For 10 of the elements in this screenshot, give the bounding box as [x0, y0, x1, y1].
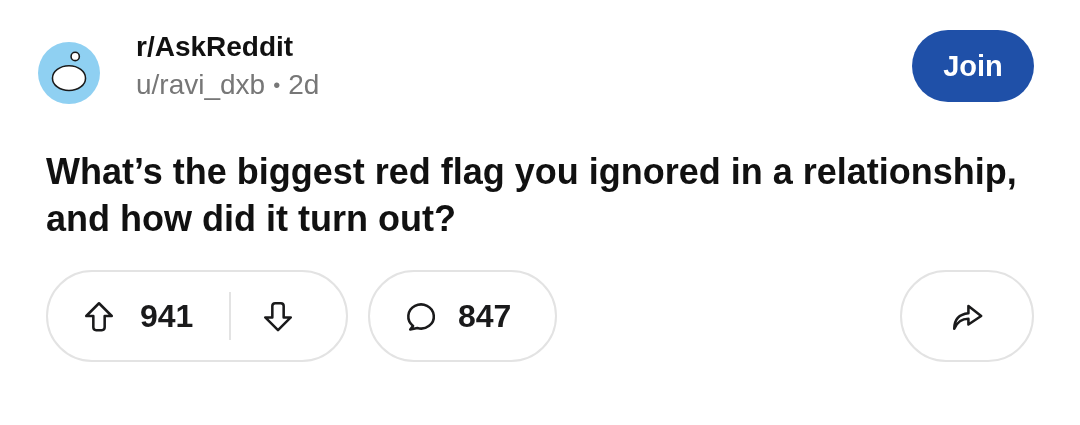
comments-button[interactable]: 847: [368, 270, 557, 362]
join-button[interactable]: Join: [912, 30, 1034, 102]
post-title: What’s the biggest red flag you ignored in a relationship, and how did it turn out?: [46, 150, 1018, 241]
author-name[interactable]: u/ravi_dxb: [136, 66, 266, 104]
community-name[interactable]: r/AskReddit: [136, 28, 912, 66]
post-age: 2d: [288, 68, 320, 102]
avatar-icon: [38, 42, 100, 104]
upvote-count: 941: [140, 297, 194, 335]
upvote-icon[interactable]: [82, 299, 116, 333]
separator-dot: •: [273, 73, 281, 98]
